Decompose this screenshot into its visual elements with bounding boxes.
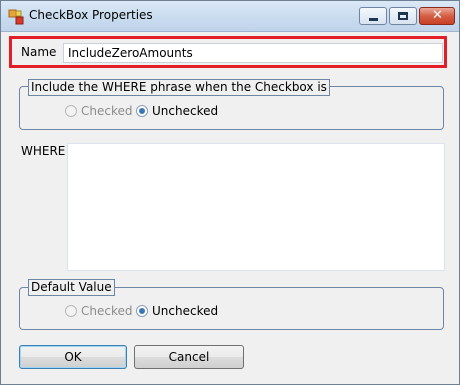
close-icon: ✕ xyxy=(432,8,443,23)
maximize-button[interactable] xyxy=(389,7,417,25)
minimize-button[interactable] xyxy=(359,7,387,25)
name-label: Name xyxy=(21,45,57,59)
radio-label: Unchecked xyxy=(152,104,219,118)
default-unchecked-radio[interactable]: Unchecked xyxy=(136,304,218,318)
name-input[interactable] xyxy=(63,43,443,63)
radio-indicator[interactable] xyxy=(136,105,148,117)
cancel-button[interactable]: Cancel xyxy=(134,345,244,369)
default-value-legend: Default Value xyxy=(28,279,115,296)
window-title: CheckBox Properties xyxy=(29,8,153,22)
radio-label: Unchecked xyxy=(152,304,219,318)
where-unchecked-radio[interactable]: Unchecked xyxy=(136,104,218,118)
dialog-window: CheckBox Properties ✕ Name Include the W… xyxy=(0,0,460,385)
default-checked-radio[interactable]: Checked xyxy=(65,304,133,318)
close-button[interactable]: ✕ xyxy=(419,7,455,25)
maximize-icon xyxy=(398,12,408,20)
where-checked-radio[interactable]: Checked xyxy=(65,104,133,118)
radio-indicator[interactable] xyxy=(136,305,148,317)
where-textarea[interactable] xyxy=(67,143,445,271)
radio-label: Checked xyxy=(81,304,133,318)
where-label: WHERE xyxy=(21,144,66,158)
radio-indicator[interactable] xyxy=(65,105,77,117)
title-bar[interactable]: CheckBox Properties ✕ xyxy=(1,1,459,32)
radio-label: Checked xyxy=(81,104,133,118)
app-icon xyxy=(8,9,24,25)
minimize-icon xyxy=(369,18,378,21)
radio-indicator[interactable] xyxy=(65,305,77,317)
ok-button[interactable]: OK xyxy=(19,345,127,369)
where-condition-legend: Include the WHERE phrase when the Checkb… xyxy=(28,79,330,96)
